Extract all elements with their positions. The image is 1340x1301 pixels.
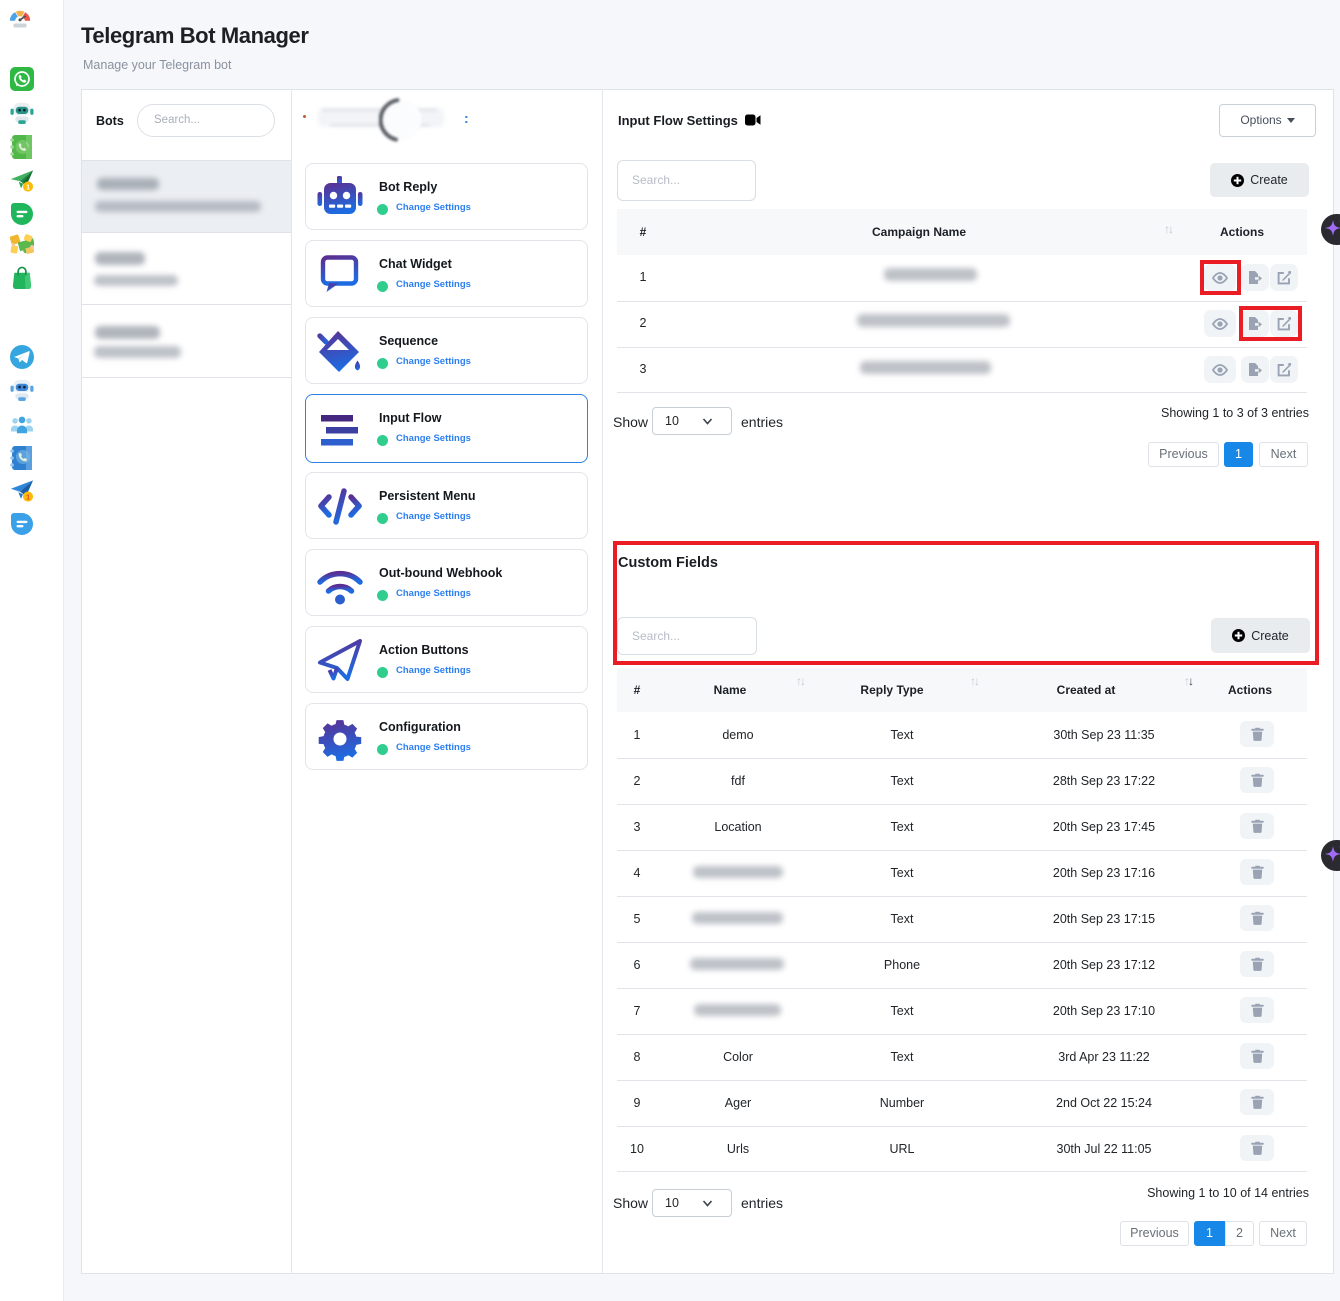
svg-text:1: 1 xyxy=(26,182,30,191)
svg-text:1: 1 xyxy=(26,492,30,501)
